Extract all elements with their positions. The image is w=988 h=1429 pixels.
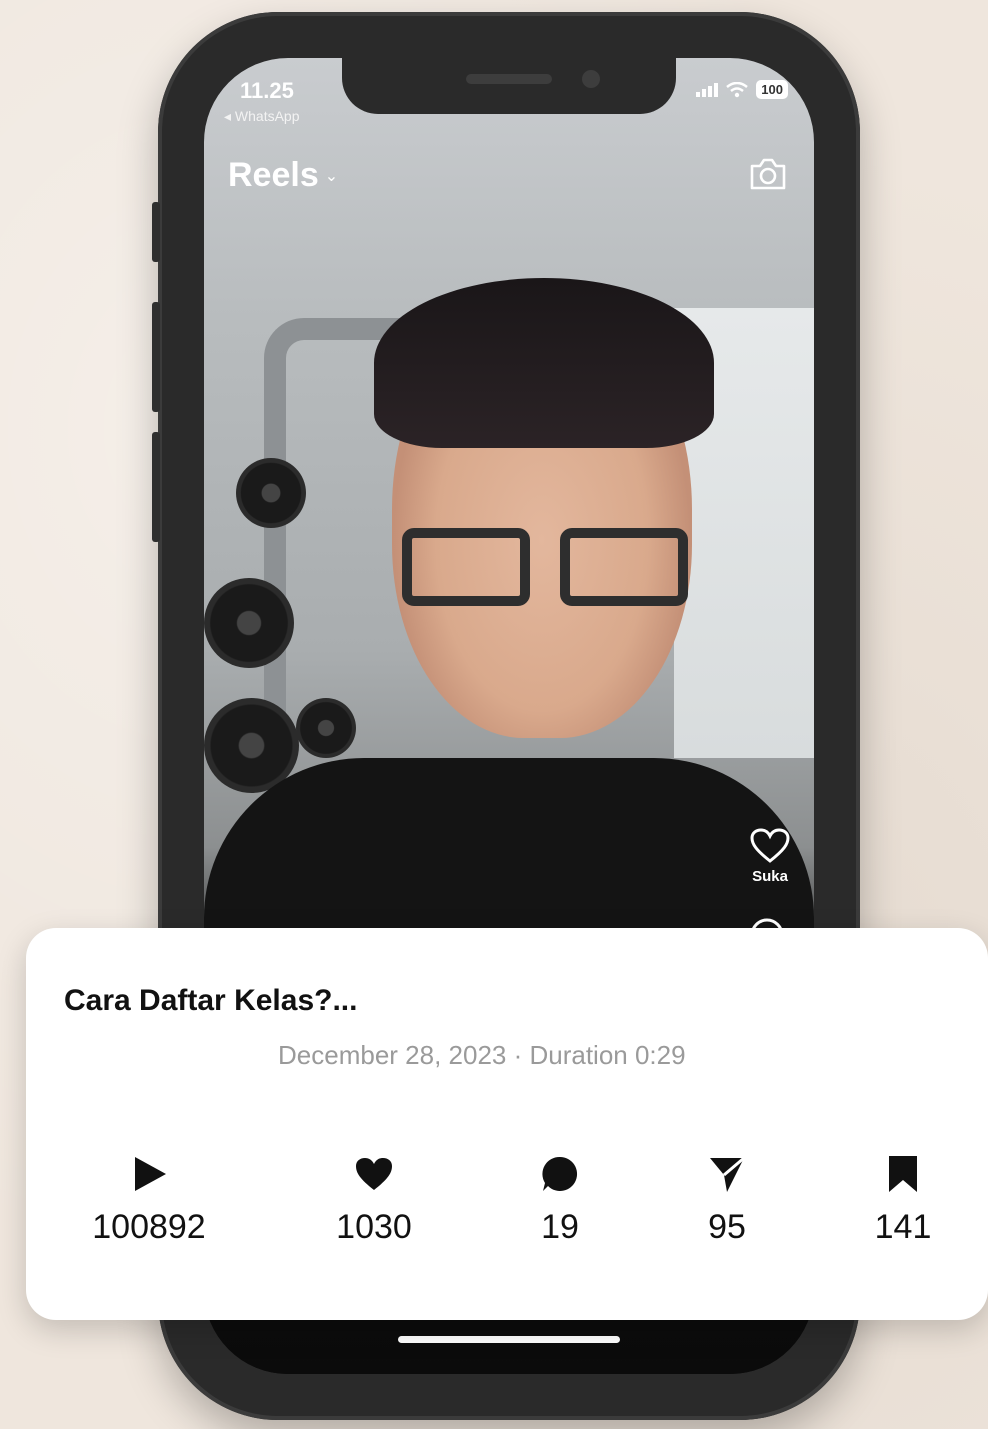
reel-stats-card: Cara Daftar Kelas?... December 28, 2023 … bbox=[26, 928, 988, 1320]
signal-icon bbox=[696, 82, 719, 97]
weight-plate bbox=[204, 578, 294, 668]
phone-notch bbox=[342, 58, 676, 114]
reels-header-dropdown[interactable]: Reels ⌄ bbox=[228, 156, 338, 195]
comment-icon bbox=[542, 1156, 578, 1191]
chevron-down-icon: ⌄ bbox=[324, 167, 339, 185]
volume-up-button bbox=[152, 302, 160, 412]
weight-plate bbox=[296, 698, 356, 758]
likes-count: 1030 bbox=[336, 1208, 412, 1246]
stat-comments: 19 bbox=[480, 1154, 640, 1247]
stat-plays: 100892 bbox=[69, 1154, 229, 1247]
person-hair bbox=[374, 278, 714, 448]
status-time: 11.25 bbox=[240, 78, 294, 103]
play-icon bbox=[135, 1157, 166, 1191]
camera-icon[interactable] bbox=[748, 154, 788, 192]
weight-plate bbox=[236, 458, 306, 528]
comments-count: 19 bbox=[541, 1208, 579, 1246]
wifi-icon bbox=[726, 81, 749, 97]
reel-title: Cara Daftar Kelas?... bbox=[64, 984, 358, 1017]
heart-icon bbox=[356, 1158, 392, 1190]
front-camera bbox=[582, 70, 600, 88]
person-glasses bbox=[402, 528, 702, 608]
home-indicator[interactable] bbox=[398, 1336, 620, 1343]
stat-shares: 95 bbox=[647, 1154, 807, 1247]
mute-switch bbox=[152, 202, 160, 262]
stat-saves: 141 bbox=[823, 1154, 983, 1247]
share-icon bbox=[710, 1156, 745, 1192]
bookmark-icon bbox=[889, 1156, 917, 1192]
like-action[interactable]: Suka bbox=[750, 828, 790, 885]
stat-likes: 1030 bbox=[294, 1154, 454, 1247]
battery-indicator: 100 bbox=[756, 80, 788, 99]
like-label: Suka bbox=[752, 868, 788, 885]
status-icons: 100 bbox=[696, 80, 788, 99]
back-to-app-link[interactable]: ◂ WhatsApp bbox=[224, 108, 300, 125]
saves-count: 141 bbox=[874, 1208, 932, 1246]
plays-count: 100892 bbox=[92, 1208, 206, 1246]
earpiece-speaker bbox=[466, 74, 552, 84]
reel-date-duration: December 28, 2023 · Duration 0:29 bbox=[278, 1040, 686, 1070]
volume-down-button bbox=[152, 432, 160, 542]
shares-count: 95 bbox=[708, 1208, 746, 1246]
page-title: Reels bbox=[228, 156, 319, 194]
heart-outline-icon bbox=[750, 828, 790, 863]
